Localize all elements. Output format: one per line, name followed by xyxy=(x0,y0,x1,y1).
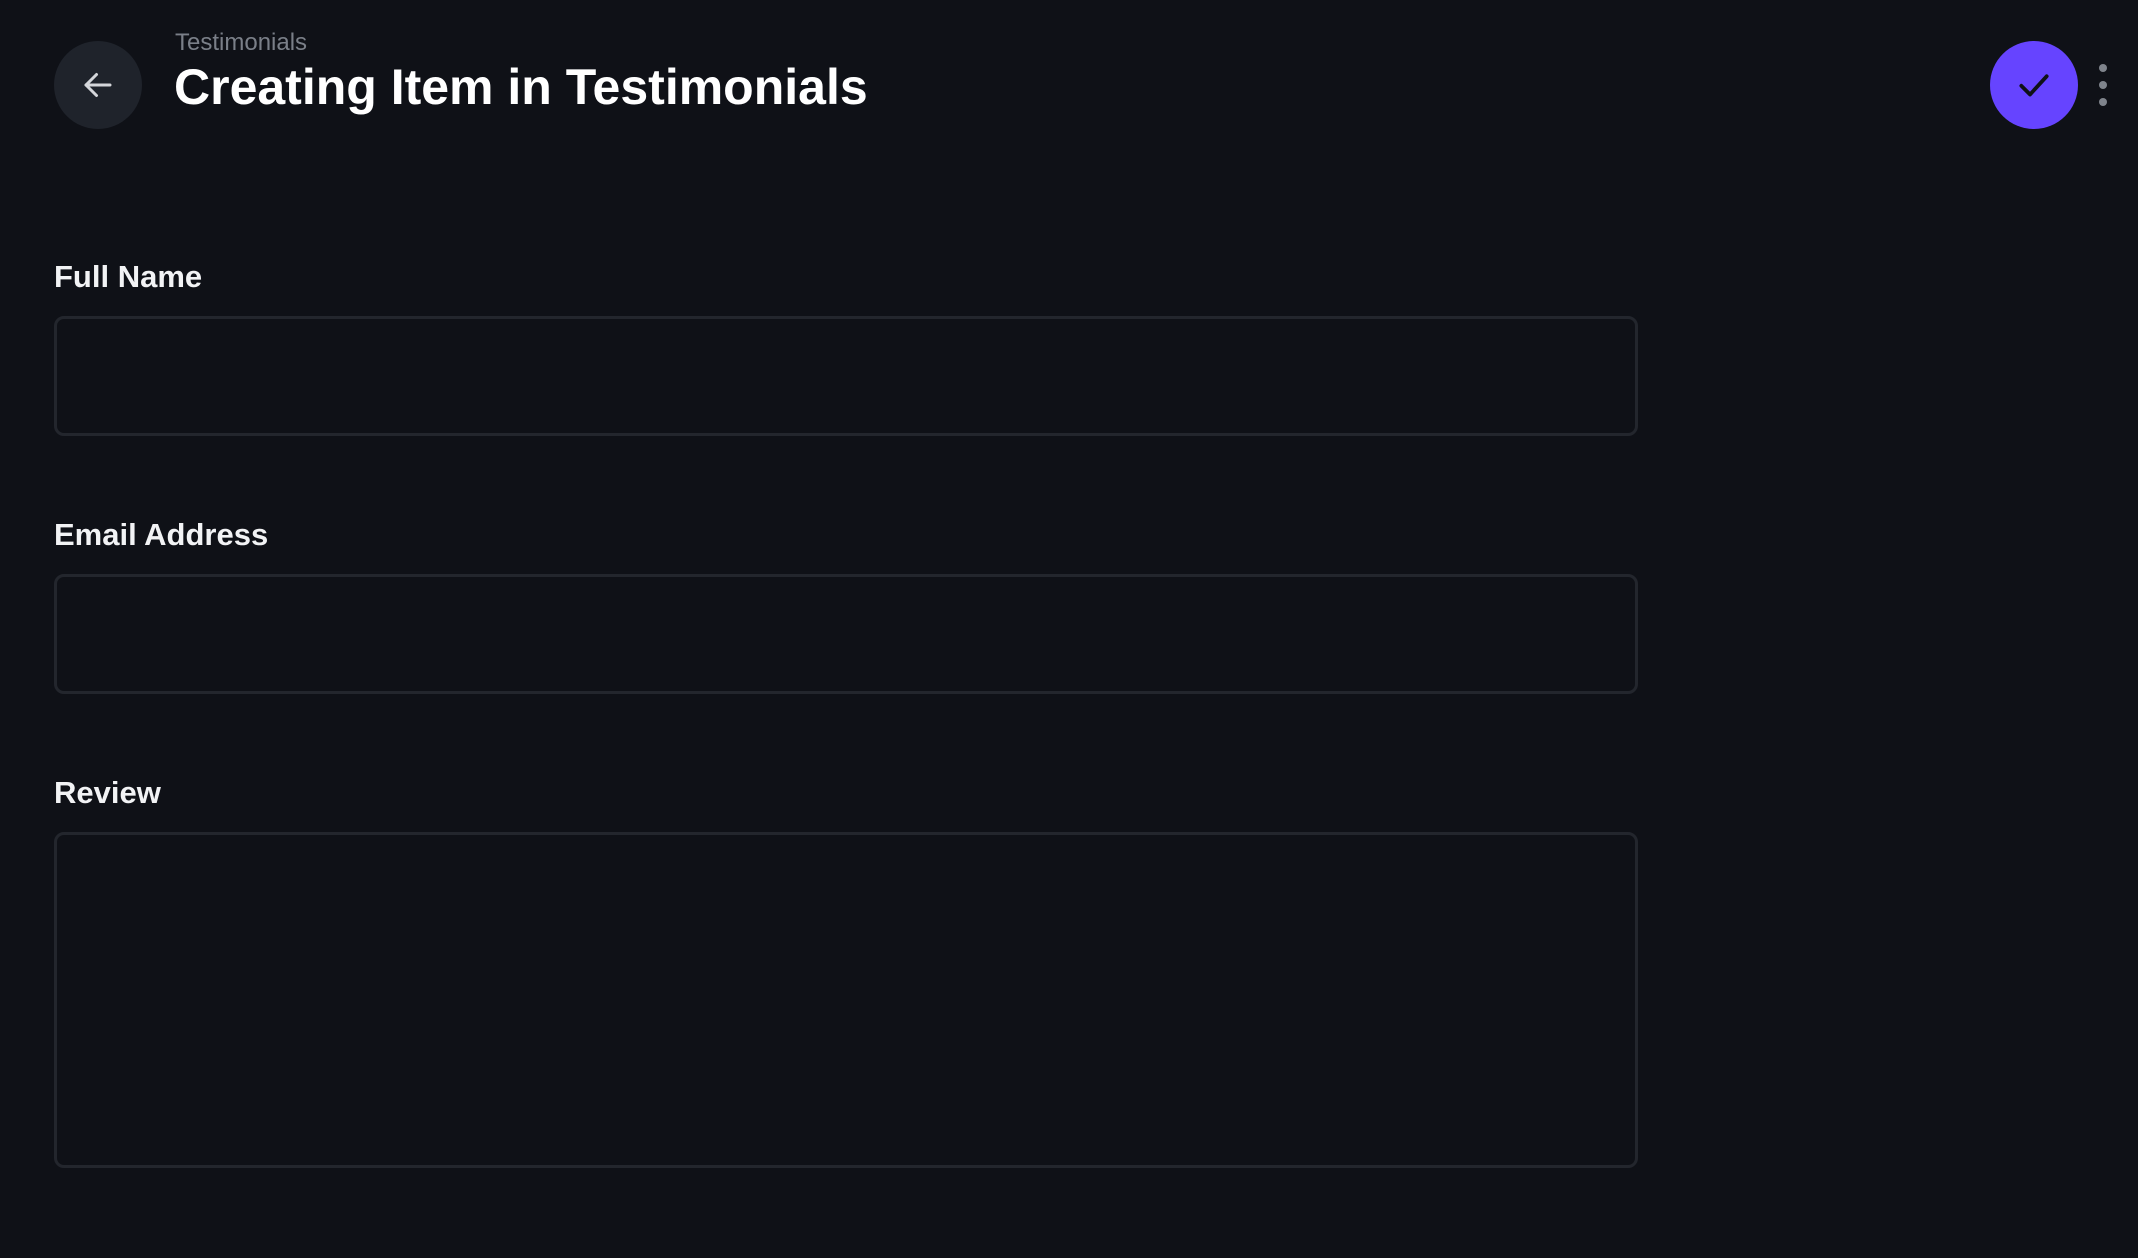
full-name-input[interactable] xyxy=(57,319,1635,433)
full-name-field[interactable] xyxy=(54,316,1638,436)
arrow-left-icon xyxy=(84,73,112,97)
back-button[interactable] xyxy=(54,41,142,129)
more-vertical-icon xyxy=(2099,64,2107,72)
email-address-label: Email Address xyxy=(54,517,269,552)
review-label: Review xyxy=(54,775,161,810)
check-icon xyxy=(2019,74,2049,97)
email-address-input[interactable] xyxy=(57,577,1635,691)
more-vertical-icon-dot xyxy=(2099,81,2107,89)
page-title: Creating Item in Testimonials xyxy=(174,59,868,115)
save-button[interactable] xyxy=(1990,41,2078,129)
more-options-button[interactable] xyxy=(2094,64,2112,106)
full-name-label: Full Name xyxy=(54,259,203,294)
more-vertical-icon-dot xyxy=(2099,98,2107,106)
page-header: Testimonials Creating Item in Testimonia… xyxy=(0,0,2138,170)
email-address-field[interactable] xyxy=(54,574,1638,694)
review-textarea[interactable] xyxy=(57,835,1635,1165)
breadcrumb[interactable]: Testimonials xyxy=(175,28,307,58)
review-field[interactable] xyxy=(54,832,1638,1168)
